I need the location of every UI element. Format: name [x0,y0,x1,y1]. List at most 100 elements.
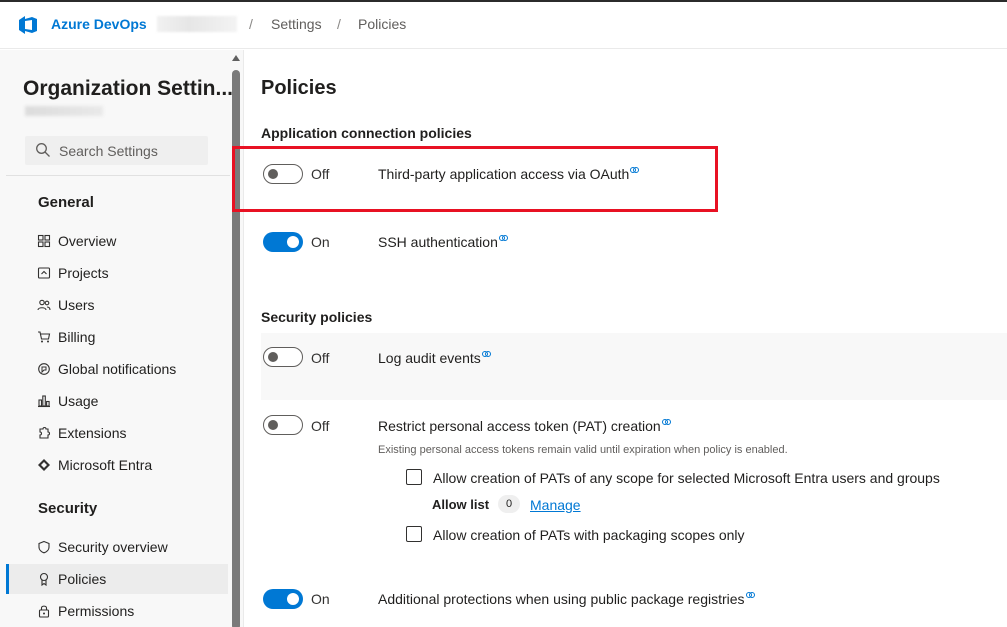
organization-subtitle-redacted [25,106,103,116]
search-placeholder: Search Settings [59,143,158,159]
sidebar-item-billing[interactable]: Billing [6,322,228,352]
window-top-edge [0,0,1007,2]
allow-packaging-scope-checkbox[interactable] [406,526,422,542]
log-audit-toggle[interactable] [263,347,303,367]
sidebar-item-label: Global notifications [58,361,177,377]
policy-description: Existing personal access tokens remain v… [378,444,788,456]
allow-any-scope-label[interactable]: Allow creation of PATs of any scope for … [433,470,940,486]
billing-icon [38,331,51,343]
scrollbar-thumb[interactable] [232,70,240,627]
breadcrumb-separator: / [249,16,253,32]
breadcrumb-settings[interactable]: Settings [271,16,322,32]
top-bar: Azure DevOps / Settings / Policies [0,0,1007,49]
manage-link[interactable]: Manage [530,497,581,513]
group-title-general: General [38,194,94,211]
sidebar-item-label: Policies [58,571,107,587]
sidebar-scrollbar[interactable] [230,52,242,627]
organization-name-redacted[interactable] [157,16,237,32]
policy-label-text: Additional protections when using public… [378,591,745,607]
toggle-state-label: Off [311,166,330,182]
allow-any-scope-checkbox[interactable] [406,469,422,485]
brand-name[interactable]: Azure DevOps [51,16,147,32]
toggle-knob [268,420,278,430]
section-title-security-policies: Security policies [261,309,373,325]
policy-label-text: Third-party application access via OAuth [378,166,630,182]
public-registries-toggle[interactable] [263,589,303,609]
notifications-icon [38,363,50,375]
toggle-knob [268,169,278,179]
toggle-knob [287,236,299,248]
sidebar-item-microsoft-entra[interactable]: Microsoft Entra [6,450,228,480]
link-icon[interactable] [745,592,755,598]
ssh-toggle[interactable] [263,232,303,252]
sidebar-item-extensions[interactable]: Extensions [6,418,228,448]
allow-list-label: Allow list [432,497,490,512]
link-icon[interactable] [481,351,491,357]
policy-label: Additional protections when using public… [378,591,755,607]
breadcrumb-policies[interactable]: Policies [358,16,406,32]
sidebar-item-label: Users [58,297,95,313]
sidebar-item-overview[interactable]: Overview [6,226,228,256]
toggle-state-label: On [311,591,330,607]
policy-label: SSH authentication [378,234,508,250]
extensions-icon [39,426,51,439]
breadcrumb-separator: / [337,16,341,32]
sidebar-item-users[interactable]: Users [6,290,228,320]
settings-sidebar: Organization Settin... Search Settings G… [0,50,244,627]
oauth-toggle[interactable] [263,164,303,184]
link-icon[interactable] [630,167,640,173]
sidebar-item-permissions[interactable]: Permissions [6,596,228,626]
sidebar-item-label: Microsoft Entra [58,457,153,473]
policy-label-text: Log audit events [378,350,481,366]
policy-icon [39,572,49,586]
sidebar-item-security-overview[interactable]: Security overview [6,532,228,562]
group-title-security: Security [38,500,98,517]
policy-label: Third-party application access via OAuth [378,166,640,182]
sidebar-item-label: Extensions [58,425,127,441]
sidebar-item-usage[interactable]: Usage [6,386,228,416]
search-settings-input[interactable]: Search Settings [25,136,208,165]
restrict-pat-toggle[interactable] [263,415,303,435]
sidebar-item-label: Permissions [58,603,135,619]
policies-content: Policies Application connection policies… [245,50,1007,627]
sidebar-item-label: Billing [58,329,96,345]
sidebar-item-label: Overview [58,233,117,249]
link-icon[interactable] [661,419,671,425]
toggle-state-label: Off [311,350,330,366]
policy-row-restrict-pat: Off Restrict personal access token (PAT)… [261,410,1007,555]
toggle-knob [268,352,278,362]
sidebar-title: Organization Settin... [23,77,234,100]
scroll-up-arrow-icon[interactable] [232,55,240,61]
search-icon [36,143,50,157]
toggle-state-label: Off [311,418,330,434]
projects-icon [37,267,51,279]
section-title-application-connection: Application connection policies [261,125,472,141]
policy-row-public-registries: On Additional protections when using pub… [261,580,1007,618]
policy-row-ssh: On SSH authentication [261,223,1007,261]
sidebar-item-label: Projects [58,265,109,281]
policy-label-text: SSH authentication [378,234,498,250]
allow-packaging-scope-label[interactable]: Allow creation of PATs with packaging sc… [433,527,745,543]
users-icon [37,299,51,311]
usage-icon [38,395,50,408]
overview-icon [37,234,51,248]
azure-devops-logo-icon[interactable] [17,14,39,36]
toggle-knob [287,593,299,605]
sidebar-item-policies[interactable]: Policies [6,564,228,594]
policy-label: Log audit events [378,350,491,366]
sidebar-item-label: Security overview [58,539,168,555]
policy-label: Restrict personal access token (PAT) cre… [378,418,671,434]
page-title: Policies [261,77,337,99]
policy-row-oauth: Off Third-party application access via O… [261,155,1007,193]
allow-list-count-badge: 0 [498,495,520,513]
link-icon[interactable] [498,235,508,241]
policy-label-text: Restrict personal access token (PAT) cre… [378,418,661,434]
toggle-state-label: On [311,234,330,250]
shield-icon [38,540,50,554]
lock-icon [38,605,50,618]
sidebar-item-global-notifications[interactable]: Global notifications [6,354,228,384]
sidebar-item-projects[interactable]: Projects [6,258,228,288]
entra-icon [38,459,50,471]
sidebar-item-label: Usage [58,393,99,409]
sidebar-divider [6,175,230,176]
